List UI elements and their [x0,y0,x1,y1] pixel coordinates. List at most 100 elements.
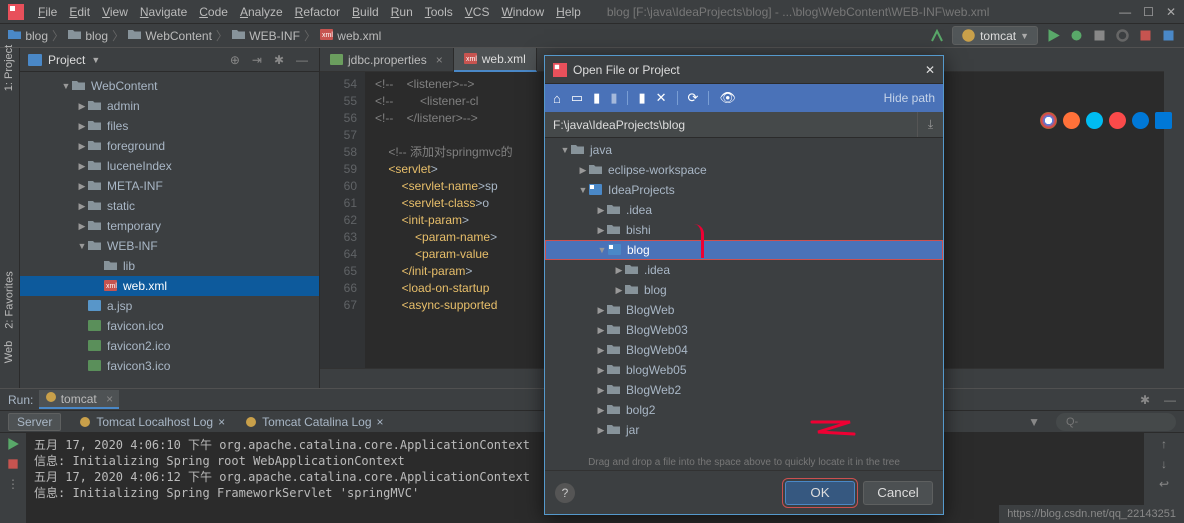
tree-item[interactable]: ▶META-INF [20,176,319,196]
run-config-tab[interactable]: tomcat × [39,390,119,409]
menu-view[interactable]: View [96,3,134,21]
tree-item[interactable]: favicon3.ico [20,356,319,376]
run-hide-icon[interactable]: — [1164,393,1176,407]
rerun-icon[interactable] [6,437,20,451]
file-tree-item[interactable]: ▶.idea [545,200,943,220]
run-icon[interactable] [1046,28,1061,43]
window-minimize-icon[interactable]: ― [1119,5,1131,19]
settings-icon[interactable]: ✱ [271,53,287,67]
breadcrumb-segment[interactable]: blog [8,29,48,43]
editor-tab[interactable]: web.xml [454,48,537,72]
file-tree-item[interactable]: ▼IdeaProjects [545,180,943,200]
hide-path-link[interactable]: Hide path [884,91,935,105]
stop-icon[interactable] [1138,28,1153,43]
breadcrumb-segment[interactable]: blog [68,29,108,43]
file-tree-item[interactable]: ▶bolg2 [545,400,943,420]
breadcrumb-segment[interactable]: web.xml [320,29,381,43]
menu-analyze[interactable]: Analyze [234,3,289,21]
run-config-selector[interactable]: tomcat ▼ [952,26,1038,45]
menu-vcs[interactable]: VCS [459,3,496,21]
file-tree-item[interactable]: ▶BlogWeb04 [545,340,943,360]
breadcrumb-segment[interactable]: WebContent [128,29,212,43]
file-tree-item[interactable]: ▶BlogWeb [545,300,943,320]
tree-item[interactable]: favicon.ico [20,316,319,336]
file-tree[interactable]: ▼java▶eclipse-workspace▼IdeaProjects▶.id… [545,138,943,455]
coverage-icon[interactable] [1092,28,1107,43]
module-icon[interactable]: ▮ [610,90,617,106]
path-input[interactable] [545,112,917,137]
tree-item[interactable]: favicon2.ico [20,336,319,356]
menu-code[interactable]: Code [193,3,234,21]
profiler-icon[interactable] [1115,28,1130,43]
build-icon[interactable] [930,29,944,43]
menu-window[interactable]: Window [495,3,550,21]
delete-icon[interactable]: ✕ [656,90,667,106]
more-icon[interactable]: ⋮ [7,477,19,491]
help-button[interactable]: ? [555,483,575,503]
sidebar-tab-favorites[interactable]: 2: Favorites [4,271,16,328]
code-editor[interactable]: <!-- <listener>--> <!-- <listener-cl <!-… [365,72,513,368]
tree-item[interactable]: lib [20,256,319,276]
tree-item[interactable]: web.xml [20,276,319,296]
tree-item[interactable]: ▶admin [20,96,319,116]
stop-icon[interactable] [6,457,20,471]
breadcrumb[interactable]: blog〉 blog〉 WebContent〉 WEB-INF〉 web.xml [8,27,381,44]
project-icon[interactable]: ▮ [593,90,600,106]
refresh-icon[interactable]: ⟳ [688,90,699,106]
close-icon[interactable]: × [218,415,225,429]
breadcrumb-segment[interactable]: WEB-INF [232,29,300,43]
menu-run[interactable]: Run [385,3,419,21]
file-tree-item[interactable]: ▶bishi [545,220,943,240]
tools-icon[interactable] [1161,28,1176,43]
editor-tab[interactable]: jdbc.properties× [320,48,454,72]
debug-icon[interactable] [1069,28,1084,43]
file-tree-item[interactable]: ▼java [545,140,943,160]
home-icon[interactable]: ⌂ [553,91,561,106]
window-close-icon[interactable]: ✕ [1166,5,1176,19]
file-tree-item[interactable]: ▶blogWeb05 [545,360,943,380]
server-tab[interactable]: Server [8,413,61,431]
show-hidden-icon[interactable]: 👁 [719,90,736,106]
tree-item[interactable]: a.jsp [20,296,319,316]
locate-icon[interactable]: ⊕ [227,53,243,67]
close-icon[interactable]: × [377,415,384,429]
log-search-input[interactable]: Q- [1056,413,1176,431]
tree-item[interactable]: ▶static [20,196,319,216]
up-icon[interactable]: ↑ [1161,437,1167,451]
file-tree-item[interactable]: ▶jar [545,420,943,440]
filter-icon[interactable]: ▼ [1028,415,1040,429]
tree-item[interactable]: ▼WEB-INF [20,236,319,256]
ok-button[interactable]: OK [785,481,855,505]
wrap-icon[interactable]: ↩ [1159,477,1169,491]
desktop-icon[interactable]: ▭ [571,90,583,106]
file-tree-item[interactable]: ▶BlogWeb2 [545,380,943,400]
opera-icon[interactable] [1109,112,1126,129]
tree-item[interactable]: ▶temporary [20,216,319,236]
menu-edit[interactable]: Edit [63,3,96,21]
firefox-icon[interactable] [1063,112,1080,129]
log-tab-catalina[interactable]: Tomcat Catalina Log × [237,414,391,430]
tree-item[interactable]: ▶luceneIndex [20,156,319,176]
safari-icon[interactable] [1086,112,1103,129]
hide-icon[interactable]: — [293,53,311,67]
menu-navigate[interactable]: Navigate [134,3,193,21]
new-folder-icon[interactable]: ▮ [638,90,645,106]
menu-refactor[interactable]: Refactor [289,3,346,21]
project-tree[interactable]: ▼WebContent▶admin▶files▶foreground▶lucen… [20,72,319,380]
window-maximize-icon[interactable]: ☐ [1143,5,1154,19]
tree-item[interactable]: ▶foreground [20,136,319,156]
collapse-icon[interactable]: ⇥ [249,53,265,67]
log-tab-localhost[interactable]: Tomcat Localhost Log × [71,414,233,430]
menu-help[interactable]: Help [550,3,587,21]
file-tree-item[interactable]: ▶BlogWeb03 [545,320,943,340]
dialog-close-icon[interactable]: ✕ [925,63,935,77]
menu-build[interactable]: Build [346,3,385,21]
tree-item[interactable]: ▼WebContent [20,76,319,96]
chrome-icon[interactable] [1040,112,1057,129]
file-tree-item[interactable]: ▼blog [545,240,943,260]
menu-tools[interactable]: Tools [419,3,459,21]
down-icon[interactable]: ↓ [1161,457,1167,471]
path-history-icon[interactable]: ⤓ [917,112,943,137]
file-tree-item[interactable]: ▶blog [545,280,943,300]
sidebar-tab-project[interactable]: 1: Project [4,45,16,91]
